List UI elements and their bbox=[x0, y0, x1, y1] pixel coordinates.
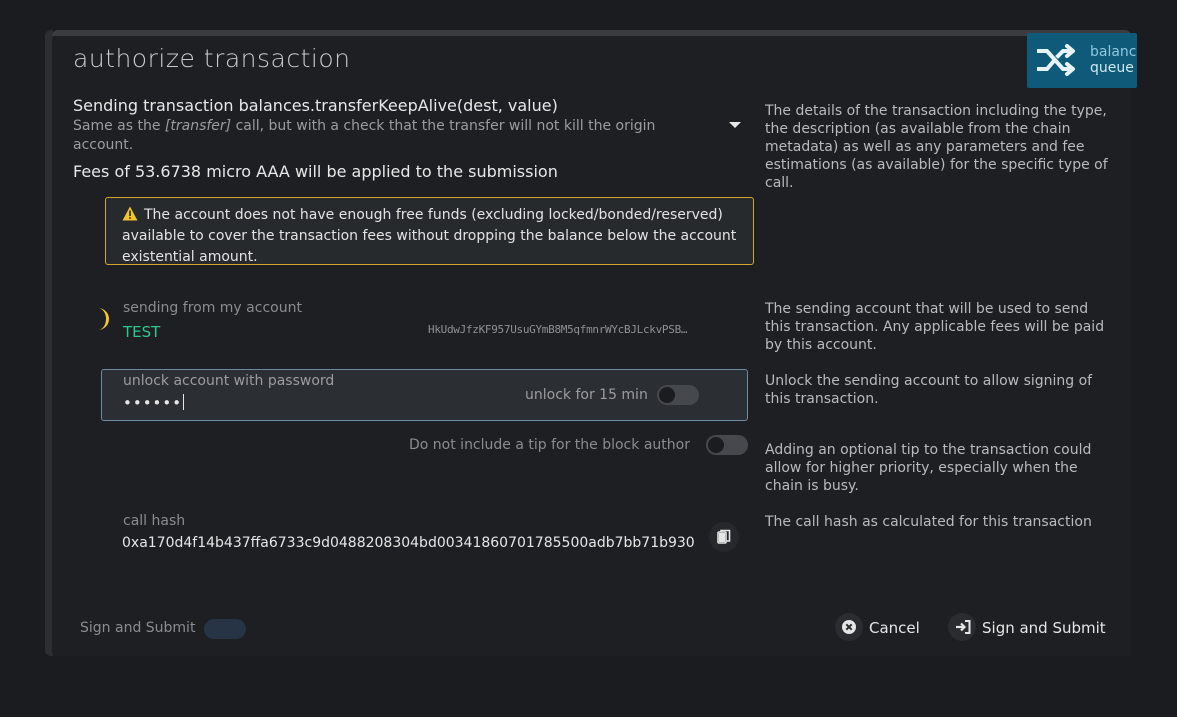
warning-icon bbox=[122, 206, 138, 221]
account-identicon bbox=[98, 308, 109, 330]
account-label: sending from my account bbox=[123, 300, 302, 316]
unlock-duration-label: unlock for 15 min bbox=[525, 387, 648, 403]
unlock-duration-toggle[interactable] bbox=[657, 385, 699, 405]
cancel-button-label: Cancel bbox=[869, 619, 920, 637]
copy-icon bbox=[717, 529, 731, 544]
tip-toggle-label: Do not include a tip for the block autho… bbox=[409, 437, 690, 453]
call-hash-help: The call hash as calculated for this tra… bbox=[765, 514, 1092, 530]
copy-hash-button[interactable] bbox=[709, 522, 739, 552]
close-icon bbox=[842, 620, 856, 634]
queue-button-line2: queue bbox=[1090, 60, 1134, 76]
fees-text: Fees of 53.6738 micro AAA will be applie… bbox=[73, 162, 558, 181]
call-hash-value: 0xa170d4f14b437ffa6733c9d0488208304bd003… bbox=[122, 535, 695, 551]
authorize-transaction-modal: authorize transaction balanc queue Sendi… bbox=[52, 33, 1137, 656]
sign-and-submit-label: Sign and Submit bbox=[982, 619, 1106, 637]
tip-help: Adding an optional tip to the transactio… bbox=[765, 442, 1092, 494]
shuffle-icon bbox=[1037, 44, 1075, 76]
transaction-description: Same as the [transfer] call, but with a … bbox=[73, 118, 656, 153]
queue-button[interactable]: balanc queue bbox=[1027, 33, 1137, 88]
modal-title: authorize transaction bbox=[73, 44, 351, 73]
account-help: The sending account that will be used to… bbox=[765, 301, 1105, 353]
account-name[interactable]: TEST bbox=[123, 323, 160, 341]
expand-caret-icon[interactable] bbox=[729, 122, 741, 128]
sign-submit-toggle[interactable] bbox=[204, 619, 246, 639]
account-address: HkUdwJfzKF957UsuGYmB8M5qfmnrWYcBJLckvPSB… bbox=[428, 323, 688, 336]
password-field[interactable]: unlock account with password •••••• unlo… bbox=[101, 369, 748, 421]
call-hash-label: call hash bbox=[123, 513, 186, 529]
insufficient-funds-warning: The account does not have enough free fu… bbox=[105, 197, 754, 265]
sign-and-submit-button[interactable]: Sign and Submit bbox=[948, 613, 1108, 643]
password-input[interactable]: •••••• bbox=[123, 394, 185, 412]
queue-button-line1: balanc bbox=[1090, 44, 1137, 60]
tip-toggle[interactable] bbox=[706, 435, 748, 455]
sign-in-icon bbox=[956, 620, 971, 634]
password-label: unlock account with password bbox=[123, 373, 335, 389]
transaction-help: The details of the transaction including… bbox=[765, 103, 1108, 191]
warning-text: The account does not have enough free fu… bbox=[122, 207, 737, 265]
sending-transaction-title[interactable]: Sending transaction balances.transferKee… bbox=[73, 96, 558, 115]
cancel-button[interactable]: Cancel bbox=[835, 613, 925, 643]
sign-submit-toggle-label: Sign and Submit bbox=[80, 620, 196, 636]
unlock-help: Unlock the sending account to allow sign… bbox=[765, 373, 1093, 407]
